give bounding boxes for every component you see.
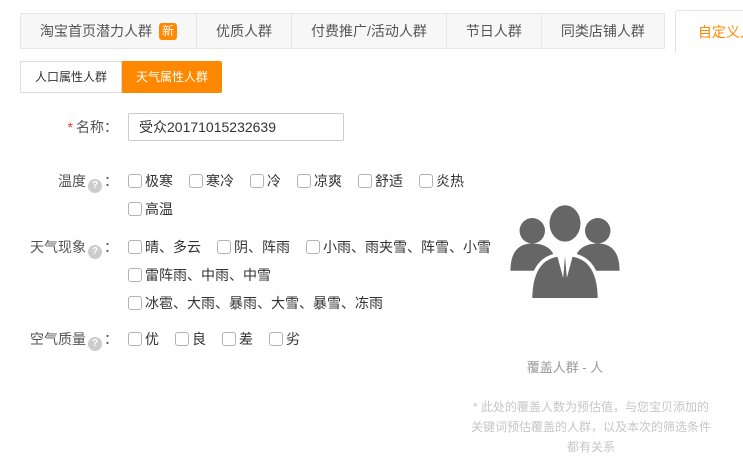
note-line: 都有关系	[455, 437, 727, 457]
checkbox-sunny-cloudy[interactable]: 晴、多云	[128, 237, 201, 257]
checkbox-icon	[128, 296, 142, 310]
help-icon[interactable]: ?	[88, 337, 102, 351]
air-quality-label: 空气质量?：	[0, 325, 118, 353]
sub-tab-bar: 人口属性人群 天气属性人群	[20, 61, 222, 93]
checkbox-aq-bad[interactable]: 劣	[269, 329, 300, 349]
checkbox-icon	[175, 332, 189, 346]
name-label: *名称：	[0, 113, 118, 141]
checkbox-chilly[interactable]: 冷	[250, 171, 281, 191]
checkbox-overcast-showers[interactable]: 阴、阵雨	[217, 237, 290, 257]
checkbox-hail-heavy-rain-snow[interactable]: 冰雹、大雨、暴雨、大雪、暴雪、冻雨	[128, 293, 383, 313]
checkbox-line: 雷阵雨、中雨、中雪	[128, 261, 507, 289]
checkbox-icon	[128, 202, 142, 216]
tab-label: 同类店铺人群	[561, 23, 645, 39]
temperature-label: 温度?：	[0, 167, 118, 195]
checkbox-comfortable[interactable]: 舒适	[358, 171, 403, 191]
tab-label: 优质人群	[216, 23, 272, 39]
subtab-label: 人口属性人群	[35, 70, 107, 84]
note-line: * 此处的覆盖人数为预估值，与您宝贝添加的	[455, 397, 727, 417]
tab-label: 自定义人群	[698, 24, 743, 40]
checkbox-icon	[306, 240, 320, 254]
tab-custom-audience[interactable]: 自定义人群	[675, 10, 743, 53]
tab-similar-shop-audience[interactable]: 同类店铺人群	[542, 13, 665, 49]
tab-label: 付费推广/活动人群	[311, 23, 427, 39]
checkbox-aq-good[interactable]: 良	[175, 329, 206, 349]
checkbox-line: 极寒 寒冷 冷 凉爽 舒适 炎热	[128, 167, 480, 195]
weather-phenomena-row: 天气现象?： 晴、多云 阴、阵雨 小雨、雨夹雪、阵雪、小雪 雷阵雨、中雨、中雪 …	[0, 233, 470, 317]
tab-paid-promo-activity[interactable]: 付费推广/活动人群	[292, 13, 447, 49]
checkbox-high-temperature[interactable]: 高温	[128, 199, 173, 219]
tab-label: 淘宝首页潜力人群	[40, 23, 152, 39]
required-asterisk: *	[68, 119, 73, 135]
checkbox-icon	[222, 332, 236, 346]
temperature-row: 温度?： 极寒 寒冷 冷 凉爽 舒适 炎热 高温	[0, 167, 470, 223]
checkbox-aq-excellent[interactable]: 优	[128, 329, 159, 349]
coverage-count-label: 覆盖人群 - 人	[455, 357, 675, 376]
checkbox-extreme-cold[interactable]: 极寒	[128, 171, 173, 191]
checkbox-line: 优 良 差 劣	[128, 325, 316, 353]
checkbox-icon	[250, 174, 264, 188]
air-quality-row: 空气质量?： 优 良 差 劣	[0, 325, 470, 353]
coverage-summary-panel: 覆盖人群 - 人 * 此处的覆盖人数为预估值，与您宝贝添加的 关键词预估覆盖的人…	[455, 190, 727, 457]
subtab-demographic-audience[interactable]: 人口属性人群	[20, 61, 122, 93]
new-badge: 新	[159, 23, 177, 40]
tab-taobao-homepage-potential[interactable]: 淘宝首页潜力人群新	[20, 13, 197, 49]
checkbox-icon	[297, 174, 311, 188]
audience-name-input[interactable]	[128, 113, 344, 141]
checkbox-line: 冰雹、大雨、暴雨、大雪、暴雪、冻雨	[128, 289, 507, 317]
checkbox-hot[interactable]: 炎热	[419, 171, 464, 191]
checkbox-icon	[128, 174, 142, 188]
weather-phenomena-label: 天气现象?：	[0, 233, 118, 261]
checkbox-icon	[128, 332, 142, 346]
weather-audience-form: *名称： 温度?： 极寒 寒冷 冷 凉爽 舒适 炎热 高温	[0, 113, 470, 353]
coverage-estimate-note: * 此处的覆盖人数为预估值，与您宝贝添加的 关键词预估覆盖的人群，以及本次的筛选…	[455, 397, 727, 457]
checkbox-icon	[189, 174, 203, 188]
audience-group-icon	[505, 190, 625, 306]
checkbox-line: 晴、多云 阴、阵雨 小雨、雨夹雪、阵雪、小雪	[128, 233, 507, 261]
checkbox-icon	[269, 332, 283, 346]
checkbox-thunderstorm-moderate[interactable]: 雷阵雨、中雨、中雪	[128, 265, 271, 285]
checkbox-aq-poor[interactable]: 差	[222, 329, 253, 349]
custom-audience-page: 淘宝首页潜力人群新 优质人群 付费推广/活动人群 节日人群 同类店铺人群 自定义…	[0, 0, 743, 463]
checkbox-line: 高温	[128, 195, 480, 223]
tab-festival-audience[interactable]: 节日人群	[447, 13, 542, 49]
tab-premium-audience[interactable]: 优质人群	[197, 13, 292, 49]
checkbox-icon	[358, 174, 372, 188]
help-icon[interactable]: ?	[88, 179, 102, 193]
main-tab-bar: 淘宝首页潜力人群新 优质人群 付费推广/活动人群 节日人群 同类店铺人群 自定义…	[20, 10, 743, 53]
name-row: *名称：	[0, 113, 470, 141]
checkbox-icon	[128, 268, 142, 282]
subtab-weather-audience[interactable]: 天气属性人群	[122, 61, 222, 93]
checkbox-icon	[419, 174, 433, 188]
note-line: 关键词预估覆盖的人群，以及本次的筛选条件	[455, 417, 727, 437]
tab-label: 节日人群	[466, 23, 522, 39]
checkbox-icon	[128, 240, 142, 254]
checkbox-cool[interactable]: 凉爽	[297, 171, 342, 191]
subtab-label: 天气属性人群	[136, 70, 208, 84]
checkbox-icon	[217, 240, 231, 254]
help-icon[interactable]: ?	[88, 245, 102, 259]
checkbox-cold[interactable]: 寒冷	[189, 171, 234, 191]
